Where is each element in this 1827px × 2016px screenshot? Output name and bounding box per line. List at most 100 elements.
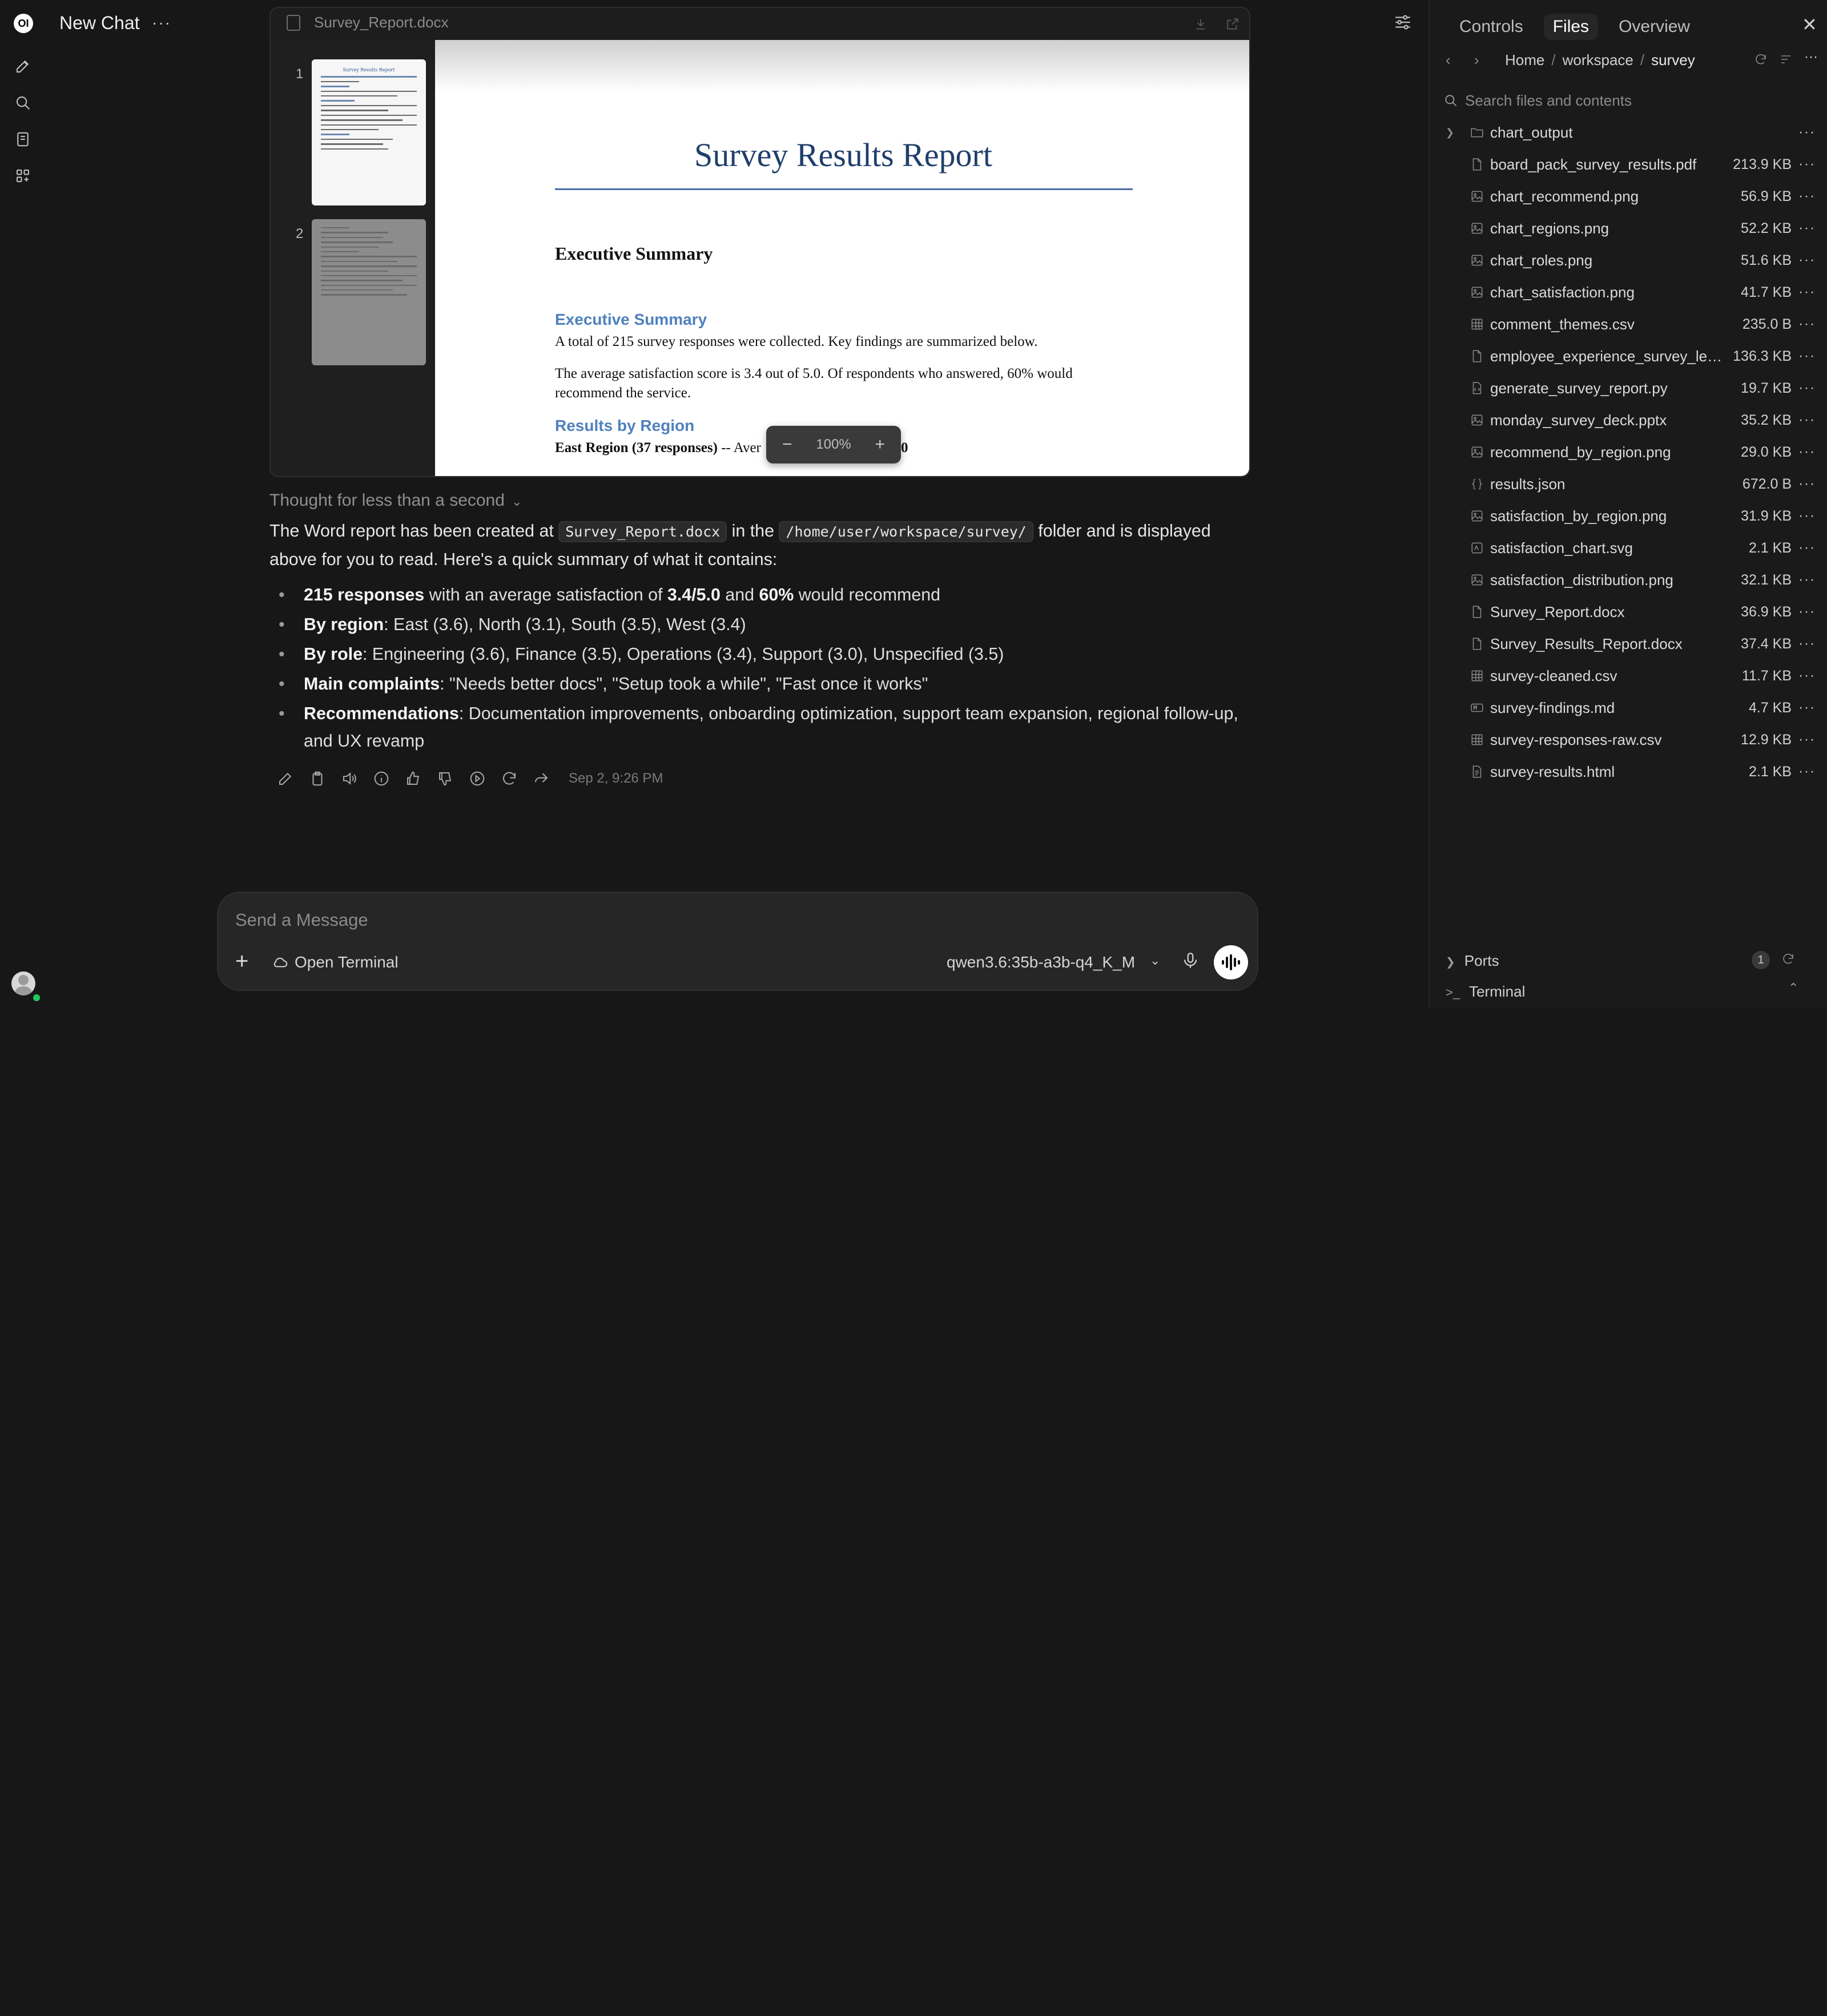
more-icon[interactable]: ··· — [1798, 316, 1816, 332]
file-row[interactable]: chart_satisfaction.png 41.7 KB ··· — [1430, 276, 1827, 308]
file-row[interactable]: survey-results.html 2.1 KB ··· — [1430, 756, 1827, 788]
open-terminal-button[interactable]: Open Terminal — [272, 953, 399, 971]
tab-overview[interactable]: Overview — [1609, 14, 1699, 40]
file-name: employee_experience_survey_lead... — [1490, 347, 1724, 365]
more-icon[interactable]: ··· — [1798, 572, 1816, 588]
message-input[interactable]: Send a Message — [235, 910, 368, 930]
notes-icon[interactable] — [13, 129, 33, 150]
workspace-icon[interactable] — [13, 166, 33, 186]
user-avatar[interactable] — [11, 971, 35, 995]
file-row[interactable]: chart_recommend.png 56.9 KB ··· — [1430, 180, 1827, 212]
file-row[interactable]: survey-cleaned.csv 11.7 KB ··· — [1430, 660, 1827, 692]
thumbs-up-icon[interactable] — [402, 768, 425, 789]
terminal-section[interactable]: >_ Terminal ⌃ — [1446, 981, 1822, 1001]
more-icon[interactable]: ··· — [1798, 252, 1816, 268]
file-row[interactable]: generate_survey_report.py 19.7 KB ··· — [1430, 372, 1827, 404]
forward-icon[interactable]: › — [1474, 51, 1479, 69]
controls-toggle-icon[interactable] — [1393, 13, 1414, 33]
tab-controls[interactable]: Controls — [1450, 14, 1532, 40]
file-row[interactable]: Survey_Report.docx 36.9 KB ··· — [1430, 596, 1827, 628]
voice-mode-button[interactable] — [1214, 945, 1248, 979]
page-thumbnail-2[interactable] — [312, 219, 426, 365]
open-external-icon[interactable] — [1225, 15, 1241, 31]
close-icon[interactable]: ✕ — [1802, 14, 1817, 35]
more-icon[interactable]: ··· — [1798, 188, 1816, 204]
file-row[interactable]: chart_roles.png 51.6 KB ··· — [1430, 244, 1827, 276]
file-row[interactable]: chart_regions.png 52.2 KB ··· — [1430, 212, 1827, 244]
model-selector[interactable]: qwen3.6:35b-a3b-q4_K_M — [947, 953, 1135, 971]
file-size: 11.7 KB — [1741, 667, 1792, 684]
continue-icon[interactable] — [466, 768, 489, 789]
more-icon[interactable]: ··· — [1798, 508, 1816, 524]
thought-toggle[interactable]: Thought for less than a second ⌄ — [269, 491, 522, 510]
more-icon[interactable]: ··· — [1798, 380, 1816, 396]
sort-icon[interactable] — [1779, 53, 1793, 70]
more-icon[interactable]: ··· — [1798, 604, 1816, 620]
refresh-icon[interactable] — [1754, 53, 1768, 70]
breadcrumb-home[interactable]: Home — [1505, 51, 1544, 68]
info-icon[interactable] — [370, 768, 393, 789]
more-icon[interactable]: ··· — [1798, 732, 1816, 748]
file-row[interactable]: survey-findings.md 4.7 KB ··· — [1430, 692, 1827, 724]
file-size: 672.0 B — [1742, 475, 1792, 492]
file-row[interactable]: survey-responses-raw.csv 12.9 KB ··· — [1430, 724, 1827, 756]
file-row[interactable]: satisfaction_chart.svg 2.1 KB ··· — [1430, 532, 1827, 564]
edit-icon[interactable] — [274, 768, 297, 789]
file-row[interactable]: recommend_by_region.png 29.0 KB ··· — [1430, 436, 1827, 468]
tab-files[interactable]: Files — [1543, 14, 1599, 40]
more-icon[interactable]: ··· — [1798, 348, 1816, 364]
page-thumbnail-1[interactable]: Survey Results Report — [312, 59, 426, 205]
more-icon[interactable]: ··· — [1798, 764, 1816, 780]
microphone-icon[interactable] — [1181, 951, 1200, 975]
app-logo[interactable]: OI — [14, 14, 33, 33]
more-icon[interactable]: ··· — [1798, 220, 1816, 236]
regenerate-icon[interactable] — [498, 768, 521, 789]
ports-count-badge: 1 — [1752, 951, 1770, 969]
breadcrumb-survey[interactable]: survey — [1651, 51, 1695, 68]
more-icon[interactable]: ··· — [1804, 49, 1818, 65]
file-row[interactable]: Survey_Results_Report.docx 37.4 KB ··· — [1430, 628, 1827, 660]
back-icon[interactable]: ‹ — [1446, 51, 1451, 69]
chevron-up-icon[interactable]: ⌃ — [1788, 981, 1798, 995]
more-icon[interactable]: ··· — [1798, 476, 1816, 492]
file-search-input[interactable]: Search files and contents — [1443, 89, 1820, 112]
new-chat-icon[interactable] — [13, 56, 33, 76]
more-icon[interactable]: ··· — [1798, 412, 1816, 428]
file-row[interactable]: comment_themes.csv 235.0 B ··· — [1430, 308, 1827, 340]
more-icon[interactable]: ··· — [1798, 700, 1816, 716]
file-row[interactable]: satisfaction_distribution.png 32.1 KB ··· — [1430, 564, 1827, 596]
more-icon[interactable]: ··· — [1798, 668, 1816, 684]
more-icon[interactable]: ··· — [1798, 540, 1816, 556]
more-icon[interactable]: ··· — [1798, 284, 1816, 300]
zoom-in-button[interactable]: + — [875, 435, 885, 454]
add-attachment-button[interactable]: + — [235, 949, 248, 974]
file-row[interactable]: monday_survey_deck.pptx 35.2 KB ··· — [1430, 404, 1827, 436]
chevron-right-icon[interactable]: ❯ — [1446, 127, 1454, 139]
refresh-icon[interactable] — [1781, 952, 1795, 970]
download-icon[interactable] — [1193, 15, 1209, 31]
file-size: 52.2 KB — [1741, 220, 1792, 236]
copy-icon[interactable] — [306, 768, 329, 789]
chat-menu-icon[interactable]: ··· — [152, 14, 171, 32]
read-aloud-icon[interactable] — [338, 768, 361, 789]
file-row[interactable]: results.json 672.0 B ··· — [1430, 468, 1827, 500]
folder-row[interactable]: ❯ chart_output ··· — [1430, 116, 1827, 148]
file-name: survey-findings.md — [1490, 699, 1615, 716]
file-size: 32.1 KB — [1741, 571, 1792, 588]
file-row[interactable]: employee_experience_survey_lead... 136.3 … — [1430, 340, 1827, 372]
file-row[interactable]: satisfaction_by_region.png 31.9 KB ··· — [1430, 500, 1827, 532]
chevron-down-icon[interactable]: ⌄ — [1150, 953, 1160, 968]
chevron-down-icon: ⌄ — [511, 494, 522, 509]
search-icon[interactable] — [13, 92, 33, 113]
more-icon[interactable]: ··· — [1798, 156, 1816, 172]
file-row[interactable]: board_pack_survey_results.pdf 213.9 KB ··· — [1430, 148, 1827, 180]
thumbs-down-icon[interactable] — [434, 768, 457, 789]
more-icon[interactable]: ··· — [1798, 124, 1816, 140]
zoom-out-button[interactable]: − — [782, 435, 792, 454]
more-icon[interactable]: ··· — [1798, 444, 1816, 460]
breadcrumb-workspace[interactable]: workspace — [1563, 51, 1633, 68]
file-name: survey-cleaned.csv — [1490, 667, 1617, 684]
more-icon[interactable]: ··· — [1798, 636, 1816, 652]
ports-section[interactable]: ❯ Ports 1 — [1446, 951, 1822, 970]
share-icon[interactable] — [530, 768, 553, 789]
